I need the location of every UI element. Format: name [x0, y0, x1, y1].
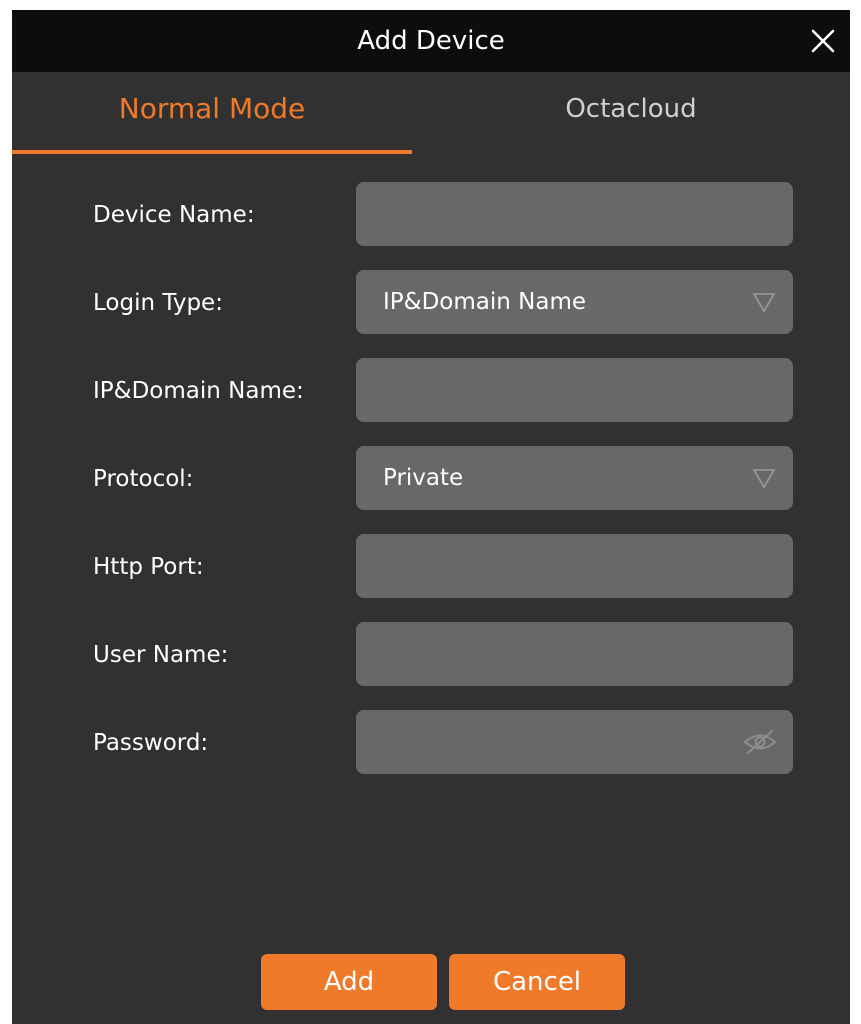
add-device-dialog: Add Device Normal Mode Octacloud Device …	[12, 10, 850, 1024]
tab-normal-mode-label: Normal Mode	[118, 92, 306, 125]
dialog-title: Add Device	[357, 26, 505, 56]
login-type-select[interactable]: IP&Domain Name	[356, 270, 793, 334]
login-type-label: Login Type:	[93, 290, 223, 316]
http-port-input[interactable]	[356, 534, 793, 598]
eye-hidden-icon[interactable]	[742, 728, 778, 756]
active-tab-indicator	[12, 150, 412, 154]
ip-domain-input[interactable]	[356, 358, 793, 422]
dropdown-triangle-icon	[752, 290, 776, 314]
mode-tabs: Normal Mode Octacloud	[12, 72, 850, 154]
ip-domain-field-box	[356, 358, 793, 422]
protocol-label: Protocol:	[93, 466, 194, 492]
device-name-input[interactable]	[356, 182, 793, 246]
dropdown-triangle-icon	[752, 466, 776, 490]
device-name-label: Device Name:	[93, 202, 255, 228]
http-port-field-box	[356, 534, 793, 598]
cancel-button[interactable]: Cancel	[449, 954, 625, 1010]
login-type-value: IP&Domain Name	[383, 289, 587, 315]
ip-domain-label: IP&Domain Name:	[93, 378, 304, 404]
protocol-value: Private	[383, 465, 464, 491]
user-name-field-box	[356, 622, 793, 686]
user-name-label: User Name:	[93, 642, 229, 668]
add-button[interactable]: Add	[261, 954, 437, 1010]
http-port-label: Http Port:	[93, 554, 204, 580]
tab-normal-mode[interactable]: Normal Mode	[12, 72, 412, 154]
password-label: Password:	[93, 730, 209, 756]
device-name-field-box	[356, 182, 793, 246]
protocol-select[interactable]: Private	[356, 446, 793, 510]
tab-octacloud-label: Octacloud	[565, 94, 697, 124]
password-field-box	[356, 710, 793, 774]
tab-octacloud[interactable]: Octacloud	[412, 72, 850, 154]
user-name-input[interactable]	[356, 622, 793, 686]
close-icon[interactable]	[806, 24, 840, 58]
title-bar: Add Device	[12, 10, 850, 72]
password-input[interactable]	[356, 710, 793, 774]
